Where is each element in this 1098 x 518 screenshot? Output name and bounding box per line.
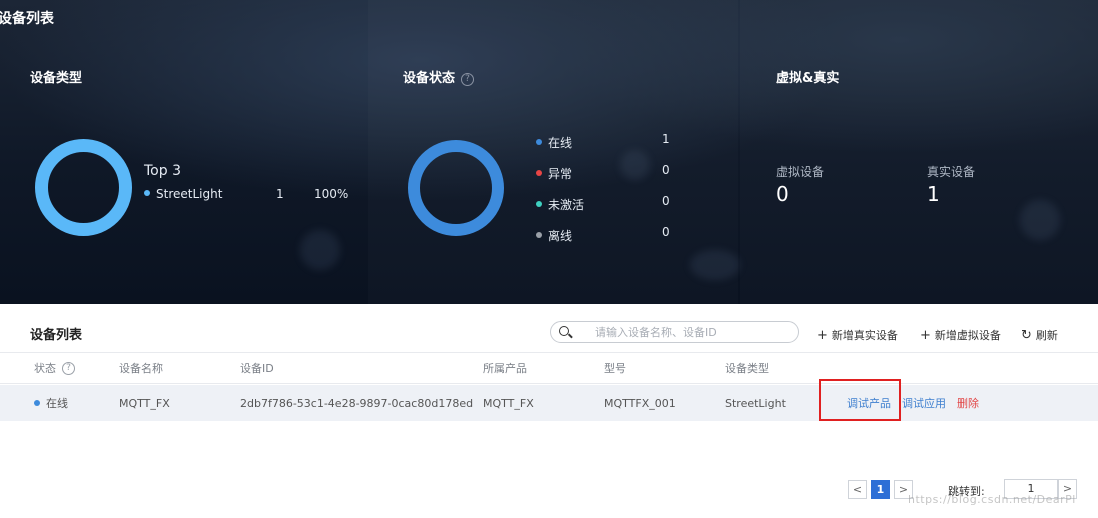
highlight-box	[819, 379, 901, 421]
device-status-donut[interactable]	[408, 140, 504, 236]
row-device-name: MQTT_FX	[119, 396, 170, 410]
device-list-section: 设备列表 +新增真实设备 +新增虚拟设备 ↻刷新 状态? 设备名称 设备ID 所…	[0, 304, 1098, 518]
row-product: MQTT_FX	[483, 396, 534, 410]
column-header-name: 设备名称	[119, 362, 163, 375]
status-dot	[536, 170, 542, 176]
status-value: 1	[662, 132, 670, 146]
row-status-label: 在线	[46, 397, 68, 410]
plus-icon: +	[920, 328, 931, 343]
table-row[interactable]: 在线 MQTT_FX 2db7f786-53c1-4e28-9897-0cac8…	[0, 385, 1098, 421]
virtual-devices-stat: 虚拟设备 0	[776, 163, 824, 206]
status-item-abnormal[interactable]: 异常 0	[536, 163, 676, 194]
search-icon	[559, 326, 569, 336]
device-type-panel: 设备类型 Top 3 StreetLight 1 100%	[0, 0, 350, 304]
add-real-device-label: 新增真实设备	[831, 329, 898, 342]
status-item-inactive[interactable]: 未激活 0	[536, 194, 676, 225]
row-model: MQTTFX_001	[604, 396, 676, 410]
status-label: 离线	[548, 229, 573, 243]
status-dot	[536, 139, 542, 145]
status-item-online[interactable]: 在线 1	[536, 132, 676, 163]
row-status: 在线	[34, 385, 68, 421]
status-label: 未激活	[548, 198, 585, 212]
add-virtual-device-button[interactable]: + 新增虚拟设备	[920, 327, 1001, 343]
virtual-devices-label: 虚拟设备	[776, 165, 825, 179]
delete-label: 删除	[957, 397, 979, 410]
device-list-title: 设备列表	[30, 328, 83, 343]
debug-app-label: 调试应用	[902, 397, 946, 410]
status-dot	[536, 232, 542, 238]
row-device-id: 2db7f786-53c1-4e28-9897-0cac80d178ed	[240, 396, 474, 410]
status-value: 0	[662, 163, 670, 177]
device-status-title-text: 设备状态	[403, 71, 456, 86]
refresh-button[interactable]: ↻ 刷新	[1021, 327, 1058, 343]
page-1-button[interactable]: 1	[871, 480, 890, 499]
device-type-donut[interactable]	[35, 139, 132, 236]
refresh-icon: ↻	[1021, 328, 1032, 343]
device-status-panel: 设备状态? 在线 1 异常 0 未激活 0 离线 0	[368, 0, 738, 304]
virtual-devices-value: 0	[776, 182, 789, 206]
virtual-real-panel: 虚拟&真实 虚拟设备 0 真实设备 1	[740, 0, 1098, 304]
search-input[interactable]	[595, 324, 795, 340]
status-item-offline[interactable]: 离线 0	[536, 225, 676, 256]
status-dot	[34, 400, 40, 406]
status-label: 在线	[548, 136, 573, 150]
row-device-type: StreetLight	[725, 396, 786, 410]
debug-app-link[interactable]: 调试应用	[902, 385, 946, 421]
plus-icon: +	[817, 328, 828, 343]
real-devices-label: 真实设备	[927, 165, 976, 179]
column-header-model: 型号	[604, 362, 626, 375]
status-value: 0	[662, 194, 670, 208]
dashboard: 设备列表 设备类型 Top 3 StreetLight 1 100% 设备状态?…	[0, 0, 1098, 304]
delete-link[interactable]: 删除	[957, 385, 979, 421]
add-virtual-device-label: 新增虚拟设备	[934, 329, 1001, 342]
column-header-type: 设备类型	[725, 362, 769, 375]
column-header-product: 所属产品	[483, 362, 527, 375]
virtual-real-title: 虚拟&真实	[776, 71, 840, 86]
legend-item-streetlight[interactable]: StreetLight 1 100%	[144, 187, 354, 201]
prev-page-button[interactable]: <	[848, 480, 867, 499]
search-box[interactable]	[550, 321, 799, 343]
refresh-label: 刷新	[1035, 329, 1058, 342]
column-header-status: 状态?	[34, 353, 75, 383]
column-header-label: 状态	[34, 362, 56, 375]
device-type-title: 设备类型	[30, 71, 83, 86]
real-devices-stat: 真实设备 1	[927, 163, 975, 206]
watermark: https://blog.csdn.net/DearPl	[908, 493, 1076, 506]
device-status-title: 设备状态?	[403, 67, 475, 86]
status-label: 异常	[548, 167, 573, 181]
status-dot	[536, 201, 542, 207]
table-header: 状态? 设备名称 设备ID 所属产品 型号 设备类型	[0, 352, 1098, 384]
legend-percent: 100%	[314, 187, 349, 201]
status-value: 0	[662, 225, 670, 239]
help-icon[interactable]: ?	[461, 73, 475, 86]
status-legend: 在线 1 异常 0 未激活 0 离线 0	[536, 132, 676, 256]
column-header-id: 设备ID	[240, 362, 274, 375]
legend-dot	[144, 190, 150, 196]
legend-name: StreetLight	[156, 187, 223, 201]
help-icon[interactable]: ?	[62, 361, 75, 375]
real-devices-value: 1	[927, 182, 940, 206]
top3-label: Top 3	[144, 163, 181, 179]
add-real-device-button[interactable]: + 新增真实设备	[817, 327, 898, 343]
legend-count: 1	[276, 187, 284, 201]
